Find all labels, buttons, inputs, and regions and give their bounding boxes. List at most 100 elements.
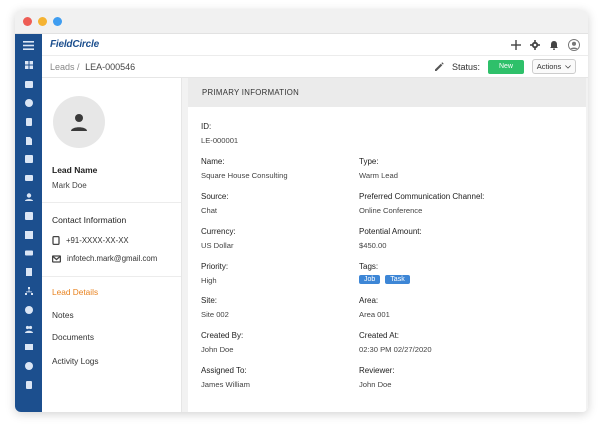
report-icon[interactable] xyxy=(15,376,42,395)
clock-icon[interactable] xyxy=(15,357,42,376)
field-label: Reviewer: xyxy=(359,366,395,375)
breadcrumb-separator: / xyxy=(77,61,80,72)
field-label: Assigned To: xyxy=(201,366,247,375)
nav-activity-logs[interactable]: Activity Logs xyxy=(52,356,99,366)
chevron-down-icon xyxy=(565,64,572,69)
lead-profile-panel: Lead Name Mark Doe Contact Information +… xyxy=(42,78,182,412)
field-site: Site: Site 002 xyxy=(201,296,229,319)
minimize-dot[interactable] xyxy=(38,17,47,26)
receipt-icon[interactable] xyxy=(15,263,42,282)
field-reviewer: Reviewer: John Doe xyxy=(359,366,395,389)
user-pin-icon[interactable] xyxy=(15,188,42,207)
field-label: ID: xyxy=(201,122,212,131)
field-priority: Priority: High xyxy=(201,262,228,285)
edit-pencil-icon[interactable] xyxy=(434,61,444,72)
avatar xyxy=(53,96,105,148)
field-label: Created By: xyxy=(201,331,244,340)
hierarchy-icon[interactable] xyxy=(15,282,42,301)
maximize-dot[interactable] xyxy=(53,17,62,26)
field-source: Source: Chat xyxy=(201,192,229,215)
primary-info-panel: PRIMARY INFORMATION ID: LE-000001 Name: … xyxy=(188,78,588,412)
bell-icon[interactable] xyxy=(549,40,559,50)
actions-label: Actions xyxy=(536,62,562,71)
phone-icon xyxy=(52,236,60,245)
document-icon[interactable] xyxy=(15,131,42,150)
field-id: ID: LE-000001 xyxy=(201,122,238,145)
field-label: Priority: xyxy=(201,262,229,271)
breadcrumb-current: LEA-000546 xyxy=(85,61,136,72)
field-label: Tags: xyxy=(359,262,379,271)
field-value: Area 001 xyxy=(359,310,390,319)
field-type: Type: Warm Lead xyxy=(359,157,398,180)
field-value: $450.00 xyxy=(359,241,387,250)
calendar-icon[interactable] xyxy=(15,75,42,94)
grid-icon[interactable] xyxy=(15,225,42,244)
status-label: Status: xyxy=(451,61,480,72)
team-icon[interactable] xyxy=(15,319,42,338)
dashboard-icon[interactable] xyxy=(15,56,42,75)
status-badge[interactable]: New xyxy=(488,59,524,74)
nav-notes[interactable]: Notes xyxy=(52,310,74,320)
section-title: PRIMARY INFORMATION xyxy=(188,78,588,107)
field-created-by: Created By: John Doe xyxy=(201,331,243,354)
window-titlebar xyxy=(15,10,588,34)
history-icon[interactable] xyxy=(15,94,42,113)
field-value: High xyxy=(201,276,217,285)
divider xyxy=(42,276,181,277)
mail-icon xyxy=(52,254,61,263)
field-amount: Potential Amount: $450.00 xyxy=(359,227,422,250)
contact-phone-row[interactable]: +91-XXXX-XX-XX xyxy=(52,236,129,245)
field-value: James William xyxy=(201,380,250,389)
status-area: Status: New Actions xyxy=(434,59,576,74)
header-actions xyxy=(511,38,580,51)
actions-dropdown[interactable]: Actions xyxy=(532,59,576,74)
field-assigned-to: Assigned To: James William xyxy=(201,366,250,389)
divider xyxy=(42,202,181,203)
nav-documents[interactable]: Documents xyxy=(52,332,94,342)
checklist-icon[interactable] xyxy=(15,150,42,169)
breadcrumb-bar: Leads / LEA-000546 Status: New Actions xyxy=(42,56,588,78)
gear-icon[interactable] xyxy=(530,39,540,50)
contact-info-heading: Contact Information xyxy=(52,215,127,225)
nav-lead-details[interactable]: Lead Details xyxy=(52,287,98,297)
field-label: Preferred Communication Channel: xyxy=(359,192,485,201)
app-window: FieldCircle Leads / LEA-000546 Status: N… xyxy=(15,10,588,412)
field-label: Type: xyxy=(359,157,379,166)
contact-email: infotech.mark@gmail.com xyxy=(67,254,158,263)
field-label: Potential Amount: xyxy=(359,227,422,236)
app-logo[interactable]: FieldCircle xyxy=(50,39,99,50)
field-value: John Doe xyxy=(201,345,234,354)
plus-icon[interactable] xyxy=(511,39,521,50)
dollar-icon[interactable] xyxy=(15,300,42,319)
lead-name-heading: Lead Name xyxy=(52,165,98,175)
field-value: US Dollar xyxy=(201,241,234,250)
field-label: Currency: xyxy=(201,227,236,236)
tag-job[interactable]: Job xyxy=(359,275,381,284)
contact-email-row[interactable]: infotech.mark@gmail.com xyxy=(52,254,157,263)
tag-task[interactable]: Task xyxy=(385,275,410,284)
field-created-at: Created At: 02:30 PM 02/27/2020 xyxy=(359,331,432,354)
right-gutter xyxy=(586,78,588,412)
tag-list: Job Task xyxy=(359,275,410,284)
field-value: Square House Consulting xyxy=(201,171,288,180)
field-label: Created At: xyxy=(359,331,400,340)
close-dot[interactable] xyxy=(23,17,32,26)
image-icon[interactable] xyxy=(15,169,42,188)
field-label: Site: xyxy=(201,296,218,305)
field-label: Area: xyxy=(359,296,379,305)
book-icon[interactable] xyxy=(15,338,42,357)
field-name: Name: Square House Consulting xyxy=(201,157,288,180)
sidebar-rail xyxy=(15,34,42,412)
field-tags: Tags: Job Task xyxy=(359,262,410,284)
field-label: Name: xyxy=(201,157,225,166)
breadcrumb-leads-link[interactable]: Leads xyxy=(50,62,75,72)
inbox-icon[interactable] xyxy=(15,206,42,225)
user-avatar-icon[interactable] xyxy=(568,38,580,51)
hamburger-menu-icon[interactable] xyxy=(15,34,42,56)
field-value: LE-000001 xyxy=(201,136,239,145)
field-value: Chat xyxy=(201,206,218,215)
clipboard-icon[interactable] xyxy=(15,112,42,131)
field-label: Source: xyxy=(201,192,229,201)
field-value: Warm Lead xyxy=(359,171,398,180)
card-icon[interactable] xyxy=(15,244,42,263)
